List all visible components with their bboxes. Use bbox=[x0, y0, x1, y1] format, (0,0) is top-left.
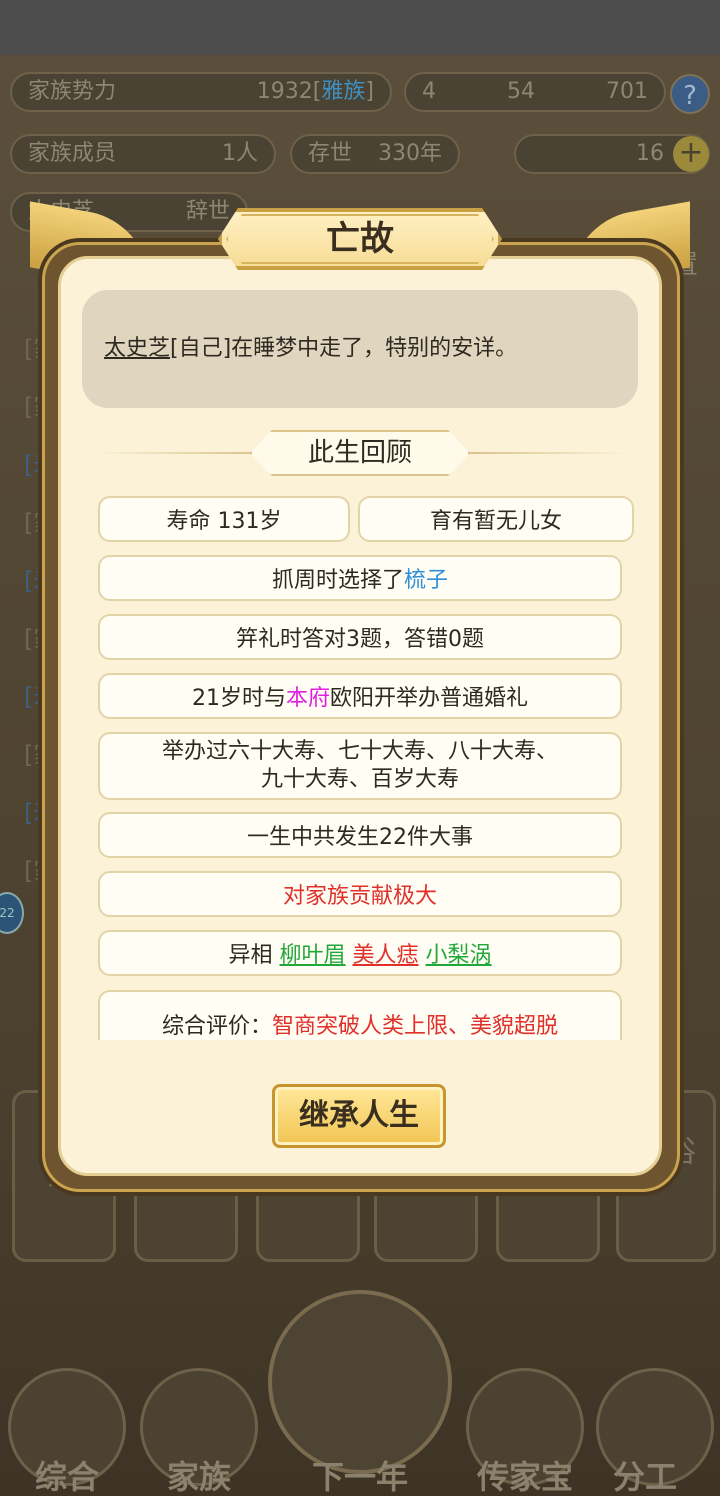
birthdays-line2: 九十大寿、百岁大寿 bbox=[260, 767, 459, 792]
gold-count: 4 bbox=[422, 79, 436, 104]
trait-link[interactable]: 美人痣 bbox=[353, 943, 419, 968]
next-year-label[interactable]: 下一年 bbox=[295, 1452, 425, 1496]
nav-heirloom-label[interactable]: 传家宝 bbox=[460, 1452, 590, 1496]
evaluation-label: 综合评价： bbox=[161, 1014, 272, 1039]
events-card: 一生中共发生22件大事 bbox=[98, 812, 622, 858]
nav-clan-label[interactable]: 家族 bbox=[134, 1452, 264, 1496]
section-divider-left bbox=[94, 452, 264, 454]
nav-overview-label[interactable]: 综合 bbox=[2, 1452, 132, 1496]
clan-power-field: 家族势力 1932[雅族] bbox=[10, 72, 392, 112]
children-text: 育有暂无儿女 bbox=[429, 509, 562, 534]
death-message-text: [自己]在睡梦中走了，特别的安详。 bbox=[170, 336, 518, 361]
currency-field: 4 54 701 bbox=[404, 72, 666, 112]
evaluation-card: 综合评价：智商突破人类上限、美貌超脱 bbox=[98, 990, 622, 1040]
children-card: 育有暂无儿女 bbox=[358, 496, 634, 542]
birthdays-line1: 举办过六十大寿、七十大寿、八十大寿、 bbox=[161, 739, 558, 764]
lifespan-text: 寿命 131岁 bbox=[166, 509, 282, 534]
alive-label: 存世 bbox=[308, 141, 353, 166]
alive-value: 330年 bbox=[378, 141, 442, 166]
life-review-title: 此生回顾 bbox=[307, 438, 412, 468]
clan-rank: 雅族 bbox=[321, 79, 366, 104]
inherit-life-button[interactable]: 继承人生 bbox=[272, 1084, 446, 1148]
silver-count: 54 bbox=[507, 79, 535, 104]
add-ingot-button[interactable]: + bbox=[673, 136, 709, 172]
clan-power-label: 家族势力 bbox=[28, 79, 117, 104]
dialog-title: 亡故 bbox=[326, 219, 394, 259]
marriage-house: 本府 bbox=[285, 686, 330, 711]
status-bar bbox=[0, 0, 720, 55]
marriage-card: 21岁时与本府欧阳开举办普通婚礼 bbox=[98, 673, 622, 719]
trait-link[interactable]: 小梨涡 bbox=[426, 943, 492, 968]
alive-field: 存世 330年 bbox=[290, 134, 460, 174]
evaluation-value: 智商突破人类上限、美貌超脱 bbox=[272, 1014, 559, 1039]
traits-card: 异相 柳叶眉 美人痣 小梨涡 bbox=[98, 930, 622, 976]
coin-count: 701 bbox=[606, 79, 648, 104]
death-message: 太史芝[自己]在睡梦中走了，特别的安详。 bbox=[82, 290, 638, 408]
zhuazhou-card: 抓周时选择了梳子 bbox=[98, 555, 622, 601]
contribution-card: 对家族贡献极大 bbox=[98, 871, 622, 917]
traits-label: 异相 bbox=[228, 943, 273, 968]
members-label: 家族成员 bbox=[28, 141, 117, 166]
events-text: 一生中共发生22件大事 bbox=[247, 825, 473, 850]
members-value: 1人 bbox=[222, 141, 258, 166]
clan-power-value: 1932[雅族] bbox=[256, 79, 374, 104]
ingot-count: 16 bbox=[636, 141, 664, 166]
zhuazhou-prefix: 抓周时选择了 bbox=[271, 568, 404, 593]
lifespan-card: 寿命 131岁 bbox=[98, 496, 350, 542]
nav-division-label[interactable]: 分工 bbox=[580, 1452, 710, 1496]
ritual-text: 笄礼时答对3题，答错0题 bbox=[236, 627, 484, 652]
next-year-button[interactable] bbox=[268, 1290, 452, 1474]
trait-link[interactable]: 柳叶眉 bbox=[279, 943, 345, 968]
help-button[interactable]: ? bbox=[670, 74, 710, 114]
marriage-prefix: 21岁时与 bbox=[191, 686, 286, 711]
deceased-name[interactable]: 太史芝 bbox=[104, 336, 170, 361]
section-divider-right bbox=[462, 452, 628, 454]
contribution-text: 对家族贡献极大 bbox=[282, 884, 437, 909]
birthdays-card: 举办过六十大寿、七十大寿、八十大寿、 九十大寿、百岁大寿 bbox=[98, 732, 622, 800]
zhuazhou-item: 梳子 bbox=[404, 568, 449, 593]
ritual-card: 笄礼时答对3题，答错0题 bbox=[98, 614, 622, 660]
members-field: 家族成员 1人 bbox=[10, 134, 276, 174]
marriage-suffix: 欧阳开举办普通婚礼 bbox=[330, 686, 529, 711]
